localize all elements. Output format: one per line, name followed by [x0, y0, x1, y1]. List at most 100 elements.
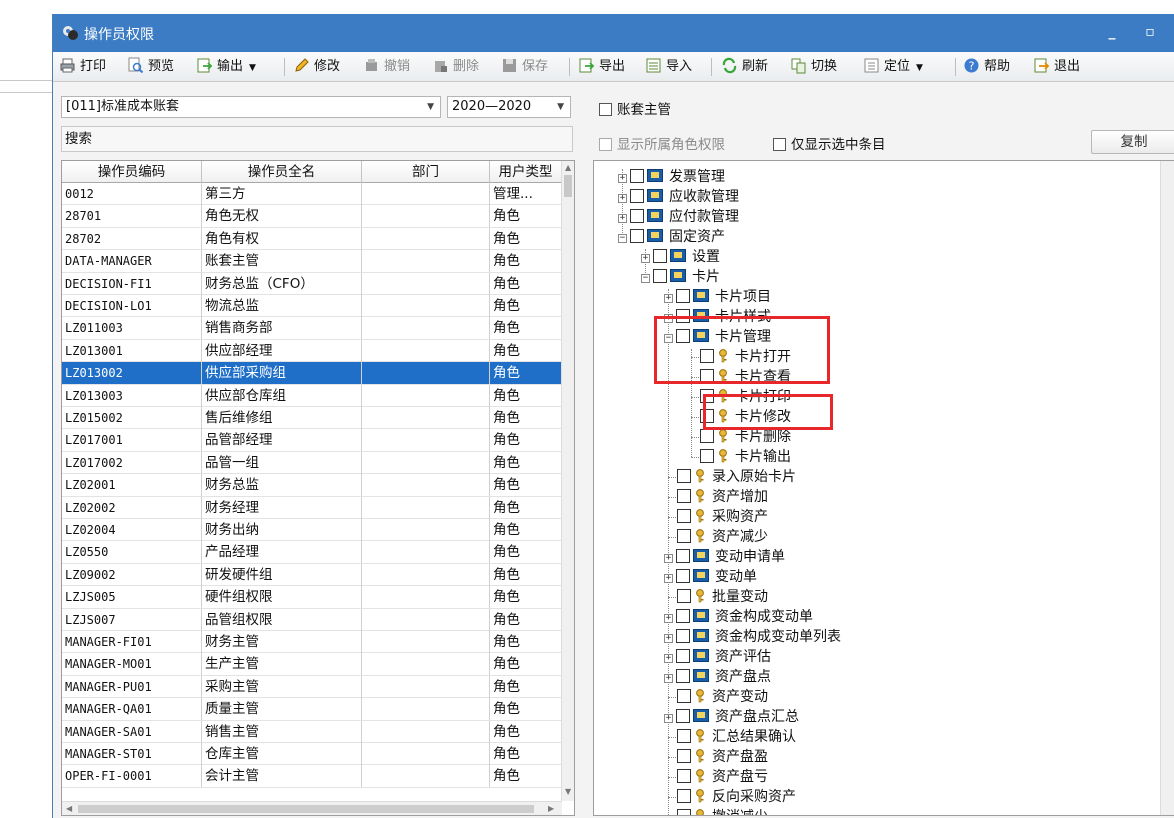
tree-checkbox[interactable]	[676, 289, 690, 303]
import-button[interactable]: 导入	[645, 56, 692, 78]
tree-checkbox[interactable]	[676, 629, 690, 643]
column-header-department[interactable]: 部门	[362, 161, 490, 183]
table-row[interactable]: LZ02001 财务总监 角色	[62, 474, 562, 497]
table-row[interactable]: LZ02002 财务经理 角色	[62, 496, 562, 519]
table-row[interactable]: LZ02004 财务出纳 角色	[62, 519, 562, 542]
expand-icon[interactable]: +	[664, 614, 673, 623]
table-row[interactable]: MANAGER-SA01 销售主管 角色	[62, 720, 562, 743]
table-row[interactable]: LZ09002 研发硬件组 角色	[62, 563, 562, 587]
tree-checkbox[interactable]	[677, 769, 691, 783]
tree-checkbox[interactable]	[677, 689, 691, 703]
tree-item[interactable]: 资产增加	[677, 487, 768, 507]
expand-icon[interactable]: +	[664, 674, 673, 683]
search-input[interactable]: 搜索	[61, 126, 573, 152]
table-row[interactable]: MANAGER-QA01 质量主管 角色	[62, 698, 562, 721]
tree-checkbox[interactable]	[677, 509, 691, 523]
show-role-perms-checkbox[interactable]: 显示所属角色权限	[599, 133, 725, 153]
tree-checkbox[interactable]	[677, 589, 691, 603]
checkbox-box[interactable]	[599, 103, 612, 116]
modify-button[interactable]: 修改	[293, 56, 340, 78]
tree-checkbox[interactable]	[677, 489, 691, 503]
tree-checkbox[interactable]	[676, 649, 690, 663]
table-row[interactable]: LZ011003 销售商务部 角色	[62, 317, 562, 340]
column-header-name[interactable]: 操作员全名	[202, 161, 362, 183]
scroll-up-icon[interactable]: ▲	[565, 163, 571, 172]
account-admin-checkbox[interactable]: 账套主管	[599, 98, 671, 118]
export-data-button[interactable]: 导出	[578, 56, 625, 78]
switch-button[interactable]: 切换	[790, 56, 837, 78]
collapse-icon[interactable]: −	[618, 234, 627, 243]
tree-checkbox[interactable]	[676, 569, 690, 583]
table-row[interactable]: MANAGER-PU01 采购主管 角色	[62, 675, 562, 699]
tree-item[interactable]: + 发票管理	[618, 167, 725, 187]
undo-button[interactable]: 撤销	[363, 56, 410, 78]
tree-checkbox[interactable]	[630, 189, 644, 203]
tree-item[interactable]: + 应收款管理	[618, 187, 739, 207]
tree-item[interactable]: − 固定资产	[618, 227, 725, 247]
table-row[interactable]: DECISION-LO1 物流总监 角色	[62, 295, 562, 318]
expand-icon[interactable]: +	[664, 574, 673, 583]
tree-checkbox[interactable]	[677, 729, 691, 743]
tree-checkbox[interactable]	[676, 669, 690, 683]
scroll-right-icon[interactable]: ▶	[548, 804, 554, 813]
tree-item[interactable]: − 卡片	[641, 267, 720, 287]
refresh-button[interactable]: 刷新	[721, 56, 768, 78]
table-row[interactable]: DECISION-FI1 财务总监（CFO） 角色	[62, 272, 562, 295]
tree-checkbox[interactable]	[676, 709, 690, 723]
checkbox-box[interactable]	[773, 138, 786, 151]
table-row[interactable]: LZJS005 硬件组权限 角色	[62, 586, 562, 609]
output-button[interactable]: 输出 ▼	[196, 56, 256, 78]
expand-icon[interactable]: +	[664, 634, 673, 643]
tree-checkbox[interactable]	[676, 549, 690, 563]
checkbox-box[interactable]	[599, 138, 612, 151]
tree-item[interactable]: + 变动单	[664, 567, 757, 587]
table-row[interactable]: LZ015002 售后维修组 角色	[62, 407, 562, 430]
tree-checkbox[interactable]	[653, 249, 667, 263]
expand-icon[interactable]: +	[664, 654, 673, 663]
expand-icon[interactable]: +	[664, 714, 673, 723]
scroll-left-icon[interactable]: ◀	[66, 804, 72, 813]
expand-icon[interactable]: +	[641, 254, 650, 263]
tree-checkbox[interactable]	[676, 609, 690, 623]
column-header-code[interactable]: 操作员编码	[62, 161, 202, 183]
tree-item[interactable]: 采购资产	[677, 507, 768, 527]
tree-checkbox[interactable]	[653, 269, 667, 283]
tree-item[interactable]: 录入原始卡片	[677, 467, 796, 487]
tree-item[interactable]: 批量变动	[677, 587, 768, 607]
account-set-select[interactable]: [011]标准成本账套 ▼	[61, 96, 441, 118]
tree-item[interactable]: 卡片删除	[700, 427, 791, 447]
tree-item[interactable]: + 卡片项目	[664, 287, 771, 307]
table-row[interactable]: 28701 角色无权 角色	[62, 205, 562, 228]
expand-icon[interactable]: +	[664, 294, 673, 303]
tree-item[interactable]: 资产变动	[677, 687, 768, 707]
tree-item[interactable]: 资产盘盈	[677, 747, 768, 767]
tree-checkbox[interactable]	[630, 169, 644, 183]
table-row[interactable]: 28702 角色有权 角色	[62, 227, 562, 251]
tree-vertical-scrollbar[interactable]	[1160, 161, 1174, 815]
tree-item[interactable]: 反向采购资产	[677, 787, 796, 807]
copy-button[interactable]: 复制	[1091, 130, 1174, 154]
year-range-select[interactable]: 2020—2020 ▼	[447, 96, 571, 118]
collapse-icon[interactable]: −	[641, 274, 650, 283]
preview-button[interactable]: 预览	[127, 56, 174, 78]
exit-button[interactable]: 退出	[1033, 56, 1080, 78]
locate-button[interactable]: 定位 ▼	[863, 56, 923, 78]
table-row[interactable]: MANAGER-FI01 财务主管 角色	[62, 631, 562, 654]
tree-checkbox[interactable]	[677, 789, 691, 803]
table-row[interactable]: MANAGER-ST01 仓库主管 角色	[62, 743, 562, 766]
tree-item[interactable]: + 设置	[641, 247, 720, 267]
tree-checkbox[interactable]	[630, 209, 644, 223]
tree-item[interactable]: + 资产盘点汇总	[664, 707, 799, 727]
table-horizontal-scrollbar[interactable]: ◀ ▶	[62, 801, 562, 815]
tree-checkbox[interactable]	[700, 449, 714, 463]
tree-item[interactable]: 资产盘亏	[677, 767, 768, 787]
tree-checkbox[interactable]	[700, 429, 714, 443]
expand-icon[interactable]: +	[618, 174, 627, 183]
column-header-user-type[interactable]: 用户类型	[490, 161, 562, 183]
tree-item[interactable]: + 资金构成变动单	[664, 607, 813, 627]
scroll-down-icon[interactable]: ▼	[565, 787, 571, 796]
table-row[interactable]: DATA-MANAGER 账套主管 角色	[62, 250, 562, 273]
table-row[interactable]: LZ017001 品管部经理 角色	[62, 429, 562, 452]
tree-checkbox[interactable]	[677, 809, 691, 815]
show-selected-only-checkbox[interactable]: 仅显示选中条目	[773, 133, 886, 153]
